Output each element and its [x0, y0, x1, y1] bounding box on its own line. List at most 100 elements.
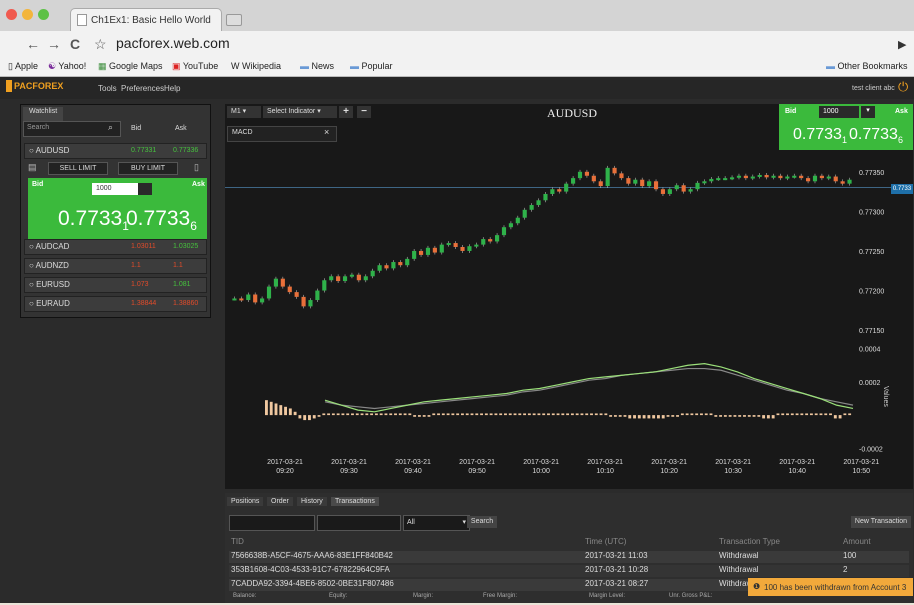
close-indicator-icon[interactable]: ×	[324, 127, 329, 137]
watch-row-eurusd[interactable]: ○ EURUSD 1.073 1.081	[24, 277, 207, 293]
price-ticket: Bid Ask 1000 0.77331 0.77336	[28, 178, 207, 240]
new-tab-button[interactable]	[226, 14, 242, 26]
reload-icon[interactable]: C	[70, 36, 80, 52]
indicator-select[interactable]: Select Indicator ▾	[263, 106, 337, 118]
candle	[847, 179, 852, 184]
macd-histogram-bar	[657, 415, 660, 419]
filter-select[interactable]: All ▾	[403, 515, 470, 531]
document-icon[interactable]: ▯	[194, 162, 199, 173]
ask-price[interactable]: 0.77336	[126, 207, 197, 233]
bookmark-apple[interactable]: ▯ Apple	[8, 61, 38, 72]
watchlist-search[interactable]: Search ⌕	[23, 121, 121, 137]
menu-help[interactable]: Help	[164, 84, 180, 93]
bookmark-star-icon[interactable]: ☆	[94, 36, 107, 53]
candle	[446, 243, 451, 246]
price-chart[interactable]: 0.77350 0.77300 0.77250 0.77200 0.77150 0.000…	[225, 104, 913, 489]
timeframe-select[interactable]: M1 ▾	[227, 106, 261, 118]
chart-ask-price[interactable]: 0.77336	[849, 126, 903, 145]
candle	[474, 244, 479, 247]
power-icon[interactable]: ⏻	[898, 79, 908, 95]
macd-signal-line	[324, 367, 854, 410]
candle	[674, 185, 679, 190]
filter-input-2[interactable]	[317, 515, 401, 531]
menu-arrow-icon[interactable]: ▶	[898, 38, 906, 51]
filter-input-1[interactable]	[229, 515, 315, 531]
x-tick-date: 2017-03-21	[523, 459, 559, 466]
candle	[377, 265, 382, 271]
tab-history[interactable]: History	[297, 497, 327, 506]
macd-histogram-bar	[394, 413, 397, 416]
other-bookmarks[interactable]: ▬ Other Bookmarks	[826, 61, 908, 71]
minimize-window-icon[interactable]	[22, 9, 33, 20]
x-tick-time: 09:30	[340, 468, 358, 475]
watch-row-euraud[interactable]: ○ EURAUD 1.38844 1.38860	[24, 296, 207, 312]
candle	[349, 274, 355, 277]
tab-transactions[interactable]: Transactions	[331, 497, 379, 506]
candle	[363, 276, 368, 281]
bookmark-youtube[interactable]: ▣ YouTube	[172, 61, 218, 72]
bookmark-yahoo[interactable]: ☯ Yahoo!	[48, 61, 86, 72]
remove-indicator-button[interactable]: −	[357, 106, 371, 118]
macd-histogram-bar	[274, 403, 278, 416]
candle	[308, 300, 313, 307]
watch-row-audcad[interactable]: ○ AUDCAD 1.03011 1.03025	[24, 239, 207, 255]
macd-histogram-bar	[700, 413, 703, 416]
table-row[interactable]: 7566638B-A5CF-4675-AAA6-83E1FF840B42 201…	[229, 551, 909, 563]
calculator-icon[interactable]: ▤	[28, 162, 37, 173]
bookmark-google-maps[interactable]: ▦ Google Maps	[98, 61, 163, 72]
sell-limit-button[interactable]: SELL LIMIT	[48, 162, 108, 175]
macd-histogram-bar	[317, 415, 321, 417]
macd-histogram-bar	[346, 413, 350, 416]
watch-row-audusd[interactable]: ○ AUDUSD 0.77331 0.77336	[24, 143, 207, 159]
macd-histogram-bar	[532, 413, 536, 416]
chart-bid-price[interactable]: 0.77331	[793, 126, 847, 145]
table-row[interactable]: 353B1608-4C03-4533-91C7-67822964C9FA 201…	[229, 565, 909, 577]
macd-histogram-bar	[848, 413, 852, 416]
tab-order[interactable]: Order	[267, 497, 293, 506]
buy-limit-button[interactable]: BUY LIMIT	[118, 162, 178, 175]
search-button[interactable]: Search	[467, 516, 497, 528]
maximize-window-icon[interactable]	[38, 9, 49, 20]
quantity-dropdown[interactable]	[138, 183, 152, 195]
back-icon[interactable]: ←	[26, 36, 40, 52]
bookmark-popular[interactable]: ▬ Popular	[350, 61, 393, 71]
macd-histogram-bar	[590, 413, 593, 416]
macd-histogram-bar	[480, 413, 483, 416]
x-tick-date: 2017-03-21	[715, 459, 751, 466]
macd-histogram-bar	[723, 415, 727, 417]
menu-tools[interactable]: Tools	[98, 84, 117, 93]
menu-preferences[interactable]: Preferences	[121, 84, 164, 93]
new-transaction-button[interactable]: New Transaction	[851, 516, 911, 528]
notification-toast[interactable]: ❶ 100 has been withdrawn from Account 3	[748, 578, 913, 596]
close-window-icon[interactable]	[6, 9, 17, 20]
macd-histogram-bar	[527, 413, 531, 416]
macd-histogram-bar	[355, 413, 359, 416]
chart-ask-label: Ask	[895, 108, 908, 115]
macd-histogram-bar	[432, 413, 436, 416]
bookmark-wikipedia[interactable]: W Wikipedia	[231, 61, 281, 71]
forward-icon[interactable]: →	[47, 36, 61, 52]
watch-row-audnzd[interactable]: ○ AUDNZD 1.1 1.1	[24, 258, 207, 274]
search-placeholder: Search	[27, 124, 50, 131]
x-tick-date: 2017-03-21	[459, 459, 495, 466]
tab-positions[interactable]: Positions	[227, 497, 264, 506]
bid-price[interactable]: 0.77331	[58, 207, 129, 233]
chart-quantity-input[interactable]: 1000	[819, 106, 859, 118]
browser-tab[interactable]: Ch1Ex1: Basic Hello World	[70, 8, 222, 31]
x-tick-date: 2017-03-21	[651, 459, 687, 466]
watchlist-tab[interactable]: Watchlist	[23, 107, 64, 121]
macd-histogram-bar	[738, 415, 742, 417]
search-icon[interactable]: ⌕	[108, 122, 113, 133]
address-bar[interactable]: pacforex.web.com	[116, 35, 906, 54]
quantity-input[interactable]: 1000	[92, 183, 138, 195]
bookmark-news[interactable]: ▬ News	[300, 61, 334, 71]
macd-histogram-bar	[628, 415, 632, 419]
candle	[736, 175, 742, 178]
add-indicator-button[interactable]: +	[339, 106, 353, 118]
candle	[287, 286, 292, 293]
candle	[273, 278, 278, 287]
macd-histogram-bar	[752, 415, 756, 417]
macd-histogram-bar	[728, 415, 732, 417]
chart-quantity-dropdown[interactable]: ▾	[861, 106, 875, 118]
macd-histogram-bar	[575, 413, 579, 416]
